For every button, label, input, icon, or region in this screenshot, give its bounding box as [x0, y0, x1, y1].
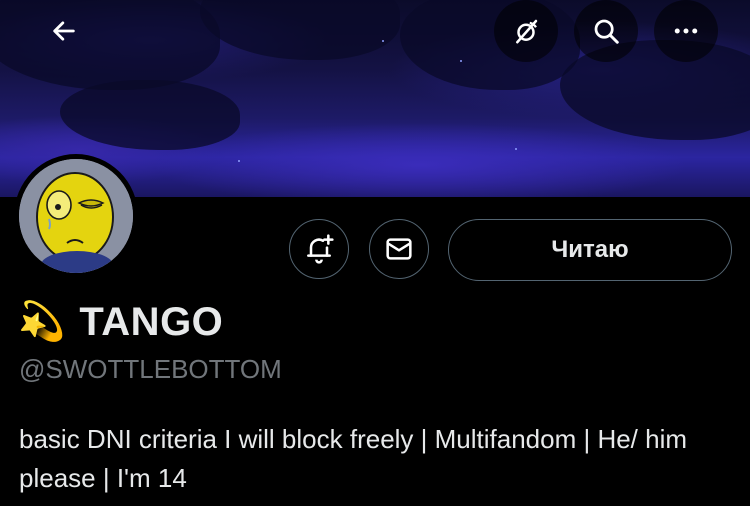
banner-sparkle: [238, 160, 240, 162]
avatar[interactable]: [14, 154, 138, 278]
display-name: TANGO: [79, 299, 224, 344]
avatar-image: [19, 159, 133, 273]
notify-button[interactable]: [289, 219, 349, 279]
banner-foliage: [0, 0, 220, 90]
back-button[interactable]: [32, 0, 96, 62]
search-button[interactable]: [574, 0, 638, 62]
arrow-left-icon: [53, 21, 75, 41]
grok-analysis-button[interactable]: [494, 0, 558, 62]
banner-sparkle: [460, 60, 462, 62]
profile-handle: @SWOTTLEBOTTOM: [19, 354, 282, 384]
mail-icon: [386, 238, 412, 260]
satellite-off-icon: [516, 19, 538, 44]
more-icon: [674, 28, 698, 34]
search-icon: [594, 19, 619, 44]
avatar-face-drawing: [19, 159, 133, 273]
banner-sparkle: [382, 40, 384, 42]
banner-sparkle: [515, 148, 517, 150]
more-button[interactable]: [654, 0, 718, 62]
profile-name-row: 💫 TANGO: [18, 298, 223, 346]
name-emoji: 💫: [18, 301, 66, 343]
banner-foliage: [200, 0, 400, 60]
banner-foliage: [60, 80, 240, 150]
message-button[interactable]: [369, 219, 429, 279]
bell-plus-icon: [307, 234, 334, 264]
following-button[interactable]: Читаю: [448, 219, 732, 281]
profile-bio: basic DNI criteria I will block freely |…: [19, 424, 688, 493]
